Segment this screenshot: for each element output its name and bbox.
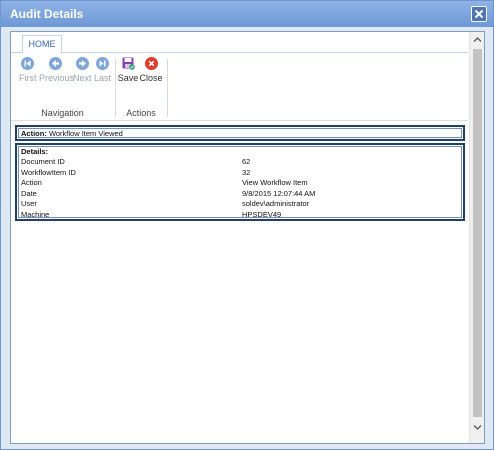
- detail-key: User: [21, 199, 37, 208]
- ribbon-tab-strip: HOME: [11, 32, 468, 54]
- first-button[interactable]: First: [19, 57, 37, 83]
- detail-value: 32: [242, 167, 251, 177]
- action-value: Workflow Item Viewed: [48, 129, 123, 138]
- detail-row: Action View Workflow Item: [21, 178, 451, 188]
- action-line: Action: Workflow Item Viewed: [21, 129, 123, 138]
- content-area: HOME First Previous Next Last Navigation…: [10, 31, 485, 444]
- title-bar: Audit Details: [1, 1, 493, 27]
- save-icon: [122, 57, 135, 70]
- detail-row: Date 9/8/2015 12:07:44 AM: [21, 189, 451, 199]
- save-label: Save: [117, 73, 139, 83]
- detail-row: WorkflowItem ID 32: [21, 168, 451, 178]
- chevron-down-icon[interactable]: [472, 421, 483, 433]
- detail-row: User soldev\administrator: [21, 199, 451, 209]
- close-circle-icon: [144, 57, 158, 70]
- vertical-scrollbar[interactable]: [469, 32, 484, 443]
- ribbon-body: First Previous Next Last Navigation Save…: [11, 53, 468, 121]
- actions-group: Save Close Actions: [117, 53, 165, 121]
- save-button[interactable]: Save: [117, 57, 139, 83]
- skip-forward-icon: [95, 57, 109, 70]
- tab-home[interactable]: HOME: [22, 35, 62, 54]
- next-label: Next: [73, 73, 92, 83]
- detail-key: Date: [21, 188, 37, 198]
- audit-details-window: Audit Details HOME First Previous Next L…: [0, 0, 494, 450]
- details-title: Details:: [21, 147, 49, 156]
- detail-value: 62: [242, 157, 251, 166]
- last-label: Last: [94, 73, 112, 83]
- actions-group-label: Actions: [126, 108, 156, 118]
- window-close-button[interactable]: [471, 6, 487, 22]
- detail-value: View Workflow Item: [242, 178, 308, 187]
- action-panel: Action: Workflow Item Viewed: [15, 125, 465, 141]
- scrollbar-thumb[interactable]: [473, 49, 482, 417]
- detail-row: Document ID 62: [21, 157, 451, 167]
- navigation-group-label: Navigation: [41, 108, 84, 118]
- detail-value: 9/8/2015 12:07:44 AM: [242, 188, 316, 198]
- detail-key: Action: [21, 178, 42, 187]
- chevron-up-icon[interactable]: [472, 34, 483, 46]
- first-label: First: [19, 73, 37, 83]
- previous-label: Previous: [39, 73, 75, 83]
- close-button[interactable]: Close: [139, 57, 163, 83]
- close-icon: [474, 9, 484, 19]
- last-button[interactable]: Last: [94, 57, 112, 83]
- detail-key: Document ID: [21, 157, 65, 166]
- action-label: Action:: [21, 129, 47, 138]
- window-title: Audit Details: [10, 7, 84, 21]
- details-panel: Details: Document ID 62 WorkflowItem ID …: [15, 143, 465, 221]
- group-divider: [115, 59, 116, 117]
- ribbon: HOME First Previous Next Last Navigation…: [11, 32, 468, 121]
- skip-back-icon: [20, 57, 34, 70]
- previous-button[interactable]: Previous: [39, 57, 75, 83]
- arrow-left-icon: [48, 57, 62, 70]
- next-button[interactable]: Next: [73, 57, 92, 83]
- group-divider: [167, 59, 168, 117]
- navigation-group: First Previous Next Last Navigation: [11, 53, 114, 121]
- detail-value: HPSDEV49: [242, 209, 282, 219]
- arrow-right-icon: [75, 57, 89, 70]
- detail-key: Machine: [21, 209, 50, 219]
- detail-key: WorkflowItem ID: [21, 167, 76, 177]
- detail-row: Machine HPSDEV49: [21, 210, 451, 220]
- detail-value: soldev\administrator: [242, 199, 310, 208]
- close-label: Close: [139, 73, 163, 83]
